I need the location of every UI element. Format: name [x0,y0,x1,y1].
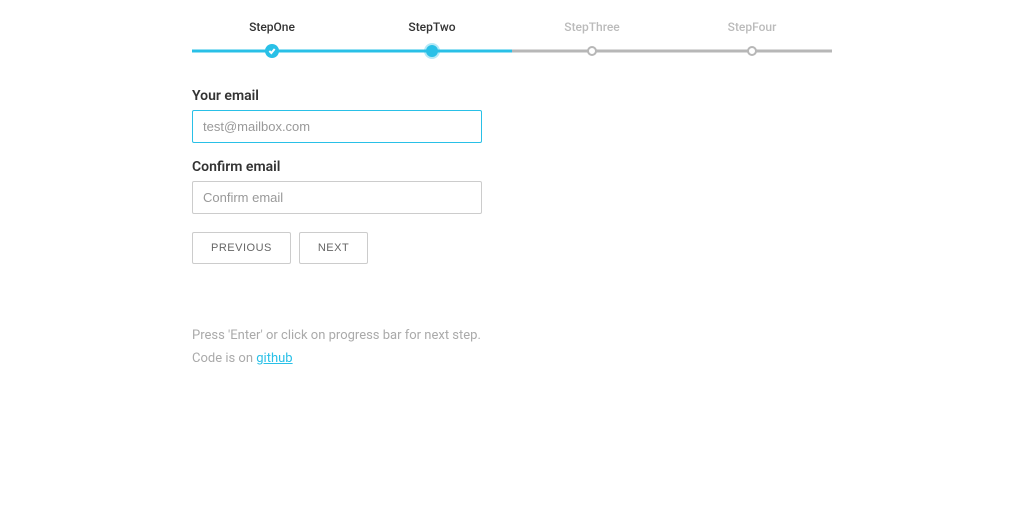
email-field[interactable] [192,110,482,143]
code-source: Code is on github [192,351,832,366]
code-prefix: Code is on [192,351,256,366]
help-hint: Press 'Enter' or click on progress bar f… [192,328,832,343]
github-link[interactable]: github [256,351,292,366]
step-three[interactable]: StepThree [512,20,672,58]
step-label: StepOne [192,20,352,34]
step-done-icon [265,44,279,58]
confirm-email-label: Confirm email [192,159,592,175]
step-four[interactable]: StepFour [672,20,832,58]
step-label: StepFour [672,20,832,34]
step-pending-icon [747,46,757,56]
next-button[interactable]: Next [299,232,368,264]
step-two[interactable]: StepTwo [352,20,512,58]
step-label: StepTwo [352,20,512,34]
step-label: StepThree [512,20,672,34]
confirm-email-field[interactable] [192,181,482,214]
step-current-icon [426,45,438,57]
email-label: Your email [192,88,592,104]
previous-button[interactable]: Previous [192,232,291,264]
step-pending-icon [587,46,597,56]
step-one[interactable]: StepOne [192,20,352,58]
progress-bar[interactable]: StepOne StepTwo StepThree [192,20,832,58]
